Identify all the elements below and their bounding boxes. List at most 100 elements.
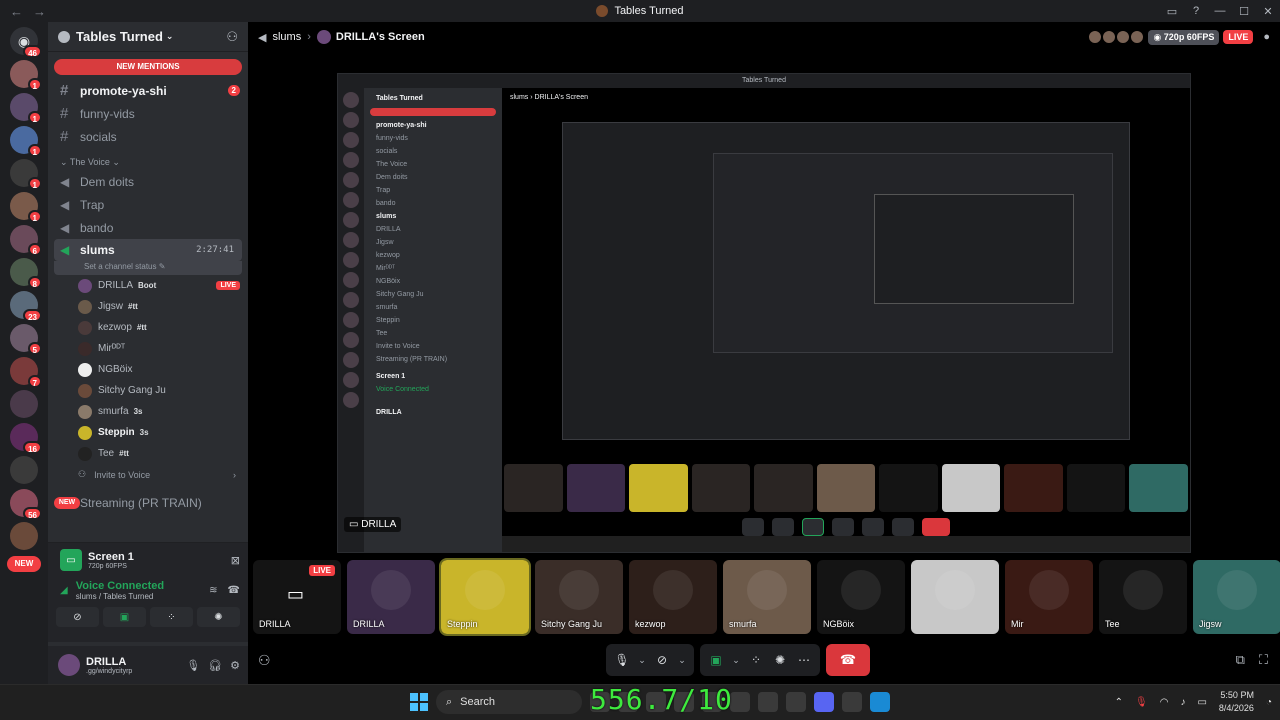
microphone-icon[interactable]: 🎙︎ <box>186 659 200 672</box>
guild-header[interactable]: Tables Turned ⌄ ⚇ <box>48 22 248 52</box>
stream-viewport[interactable]: Tables Turned Tables Turned promote-ya-s… <box>337 73 1191 553</box>
headphones-icon[interactable]: 🎧︎ <box>208 659 222 672</box>
participant-tile[interactable]: Mir <box>1005 560 1093 634</box>
voice-user[interactable]: kezwop #tt <box>48 317 248 338</box>
back-arrow-icon[interactable]: ← <box>10 4 23 19</box>
voice-channel-streaming[interactable]: NEW ◀ Streaming (PR TRAIN) <box>48 491 248 514</box>
microphone-icon[interactable]: 🎙︎ <box>1135 697 1148 708</box>
viewer-avatar[interactable] <box>1116 30 1131 44</box>
server-icon[interactable]: 1 <box>10 192 42 223</box>
voice-channel[interactable]: ◀ bando <box>48 216 248 239</box>
participant-tile[interactable]: ▭ LIVE DRILLA <box>253 560 341 634</box>
chat-bubble-icon[interactable]: ● <box>1263 31 1270 43</box>
participant-tile[interactable]: Jigsw <box>1193 560 1280 634</box>
participant-tile[interactable]: Steppin <box>439 558 531 636</box>
server-icon[interactable]: 7 <box>10 357 42 388</box>
new-mentions-banner[interactable]: NEW MENTIONS <box>54 59 242 75</box>
voice-channel[interactable]: ◀ Trap <box>48 193 248 216</box>
participant-tile[interactable]: Tee <box>1099 560 1187 634</box>
voice-location[interactable]: slums / Tables Turned <box>76 592 164 601</box>
server-icon[interactable]: 1 <box>10 159 42 190</box>
text-channel[interactable]: # promote-ya-shi 2 <box>48 79 248 102</box>
activities-icon[interactable]: ⁘ <box>746 653 766 667</box>
participant-tile[interactable]: smurfa <box>723 560 811 634</box>
server-icon[interactable]: 23 <box>10 291 42 322</box>
server-icon[interactable]: 1 <box>10 93 42 124</box>
disconnect-icon[interactable]: ☎ <box>228 585 240 596</box>
server-icon[interactable]: 8 <box>10 258 42 289</box>
inbox-icon[interactable]: ▭ <box>1160 5 1184 18</box>
server-icon[interactable]: 1 <box>10 126 42 157</box>
server-icon[interactable]: 6 <box>10 225 42 256</box>
fullscreen-icon[interactable]: ⛶ <box>1259 652 1268 668</box>
soundboard-button[interactable]: ✺ <box>197 607 240 627</box>
stop-share-icon[interactable]: ⊠ <box>231 554 240 567</box>
server-icon[interactable] <box>10 522 38 550</box>
voice-user[interactable]: Mirᴰᴰᵀ <box>48 338 248 359</box>
category-header[interactable]: ⌄ The Voice ⌄ <box>48 148 248 170</box>
server-icon[interactable]: 1 <box>10 60 42 91</box>
voice-user[interactable]: Tee #tt <box>48 443 248 464</box>
server-icon[interactable]: 16 <box>10 423 42 454</box>
battery-icon[interactable]: ▭ <box>1197 697 1206 708</box>
close-button[interactable]: ✕ <box>1256 5 1280 18</box>
soundboard-icon[interactable]: ✺ <box>770 653 790 667</box>
channel-status[interactable]: Set a channel status ✎ <box>54 261 242 275</box>
camera-off-button[interactable]: ⊘ <box>56 607 99 627</box>
taskbar-app[interactable] <box>758 692 778 712</box>
participant-tile[interactable]: Sitchy Gang Ju <box>535 560 623 634</box>
voice-user[interactable]: smurfa 3s <box>48 401 248 422</box>
viewer-avatar[interactable] <box>1130 30 1145 44</box>
participant-tile[interactable]: DRILLA <box>347 560 435 634</box>
voice-user[interactable]: Sitchy Gang Ju <box>48 380 248 401</box>
avatar[interactable] <box>58 654 80 676</box>
more-icon[interactable]: ⋯ <box>794 653 814 667</box>
participant-tile[interactable]: kezwop <box>629 560 717 634</box>
server-icon[interactable] <box>10 456 38 484</box>
voice-user[interactable]: NGBöix <box>48 359 248 380</box>
voice-channel-slums[interactable]: ◀ slums 2:27:41 <box>54 239 242 261</box>
invite-to-voice[interactable]: ⚇ Invite to Voice › <box>48 464 248 485</box>
taskbar-app[interactable] <box>730 692 750 712</box>
add-activity-icon[interactable]: ⚇ <box>258 652 271 669</box>
server-icon[interactable] <box>10 390 38 418</box>
disconnect-button[interactable]: ☎ <box>826 644 870 676</box>
gear-icon[interactable]: ⚙ <box>230 659 240 672</box>
discord-icon[interactable] <box>814 692 834 712</box>
home-button[interactable]: ◉ 46 <box>10 27 42 58</box>
voice-user[interactable]: Steppin 3s <box>48 422 248 443</box>
taskbar-app[interactable] <box>842 692 862 712</box>
notification-icon[interactable]: ◔ <box>1266 697 1272 708</box>
maximize-button[interactable]: ☐ <box>1232 5 1256 18</box>
voice-channel[interactable]: ◀ Dem doits <box>48 170 248 193</box>
participant-tile[interactable]: NGBöix <box>817 560 905 634</box>
share-screen-icon[interactable]: ▣ <box>706 653 726 667</box>
server-icon[interactable]: 5 <box>10 324 42 355</box>
microphone-icon[interactable]: 🎙︎ <box>612 653 632 667</box>
taskbar-search[interactable]: ⌕ Search <box>436 690 582 714</box>
popout-icon[interactable]: ⧉ <box>1236 652 1245 668</box>
share-screen-button[interactable]: ▣ <box>103 607 146 627</box>
new-unreads-pill[interactable]: NEW <box>7 556 41 572</box>
chevron-up-icon[interactable]: ⌃ <box>1115 697 1123 708</box>
windows-start-icon[interactable] <box>410 693 428 711</box>
invite-people-icon[interactable]: ⚇ <box>226 29 238 45</box>
taskbar-clock[interactable]: 5:50 PM 8/4/2026 <box>1219 689 1254 715</box>
participant-tile[interactable] <box>911 560 999 634</box>
voice-user[interactable]: DRILLA Boot LIVE <box>48 275 248 296</box>
minimize-button[interactable]: — <box>1208 5 1232 17</box>
voice-user[interactable]: Jigsw #tt <box>48 296 248 317</box>
noise-suppression-icon[interactable]: ≋ <box>209 585 217 596</box>
edge-icon[interactable] <box>870 692 890 712</box>
chevron-down-icon[interactable]: ⌄ <box>730 655 742 666</box>
volume-icon[interactable]: ♪ <box>1180 697 1185 708</box>
camera-off-icon[interactable]: ⊘ <box>652 653 672 667</box>
server-icon[interactable]: 56 <box>10 489 42 520</box>
help-icon[interactable]: ? <box>1184 5 1208 17</box>
steam-icon[interactable] <box>786 692 806 712</box>
signal-icon[interactable]: ◢ <box>60 585 68 596</box>
chevron-down-icon[interactable]: ⌄ <box>676 655 688 666</box>
chevron-down-icon[interactable]: ⌄ <box>636 655 648 666</box>
text-channel[interactable]: # socials <box>48 125 248 148</box>
activities-button[interactable]: ⁘ <box>150 607 193 627</box>
